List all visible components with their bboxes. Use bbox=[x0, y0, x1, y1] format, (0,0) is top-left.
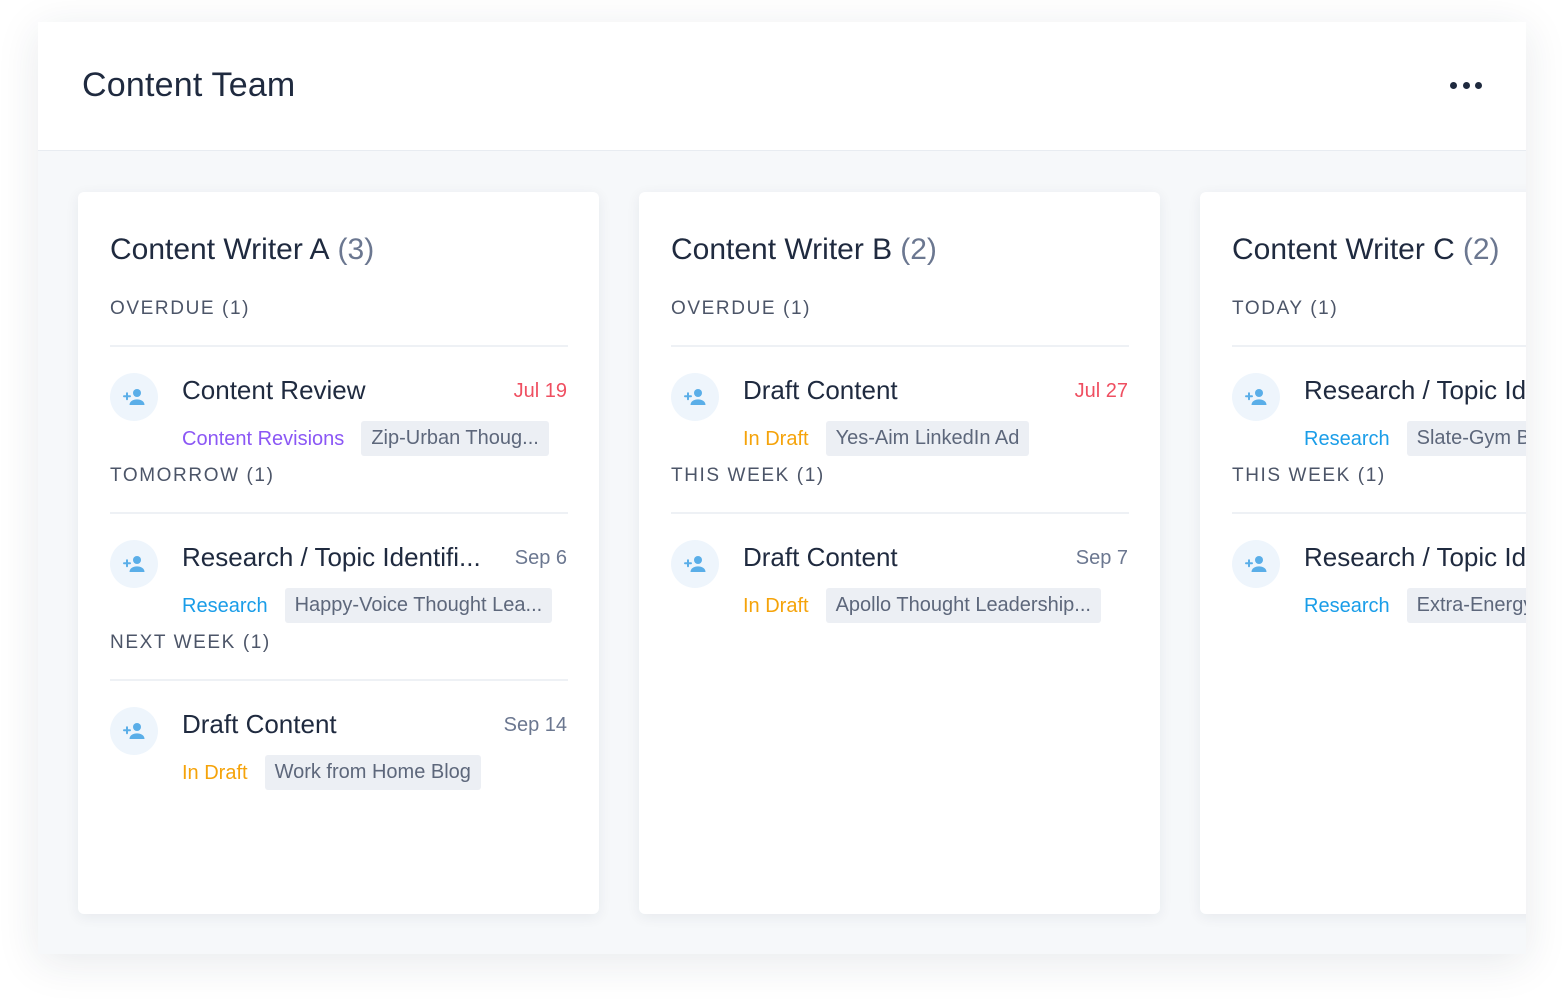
add-assignee-icon[interactable] bbox=[1232, 373, 1280, 421]
column-title: Content Writer A (3) bbox=[110, 228, 567, 272]
task-item[interactable]: Content Review Jul 19 Content Revisions Zip… bbox=[110, 347, 567, 463]
column-name: Content Writer C bbox=[1232, 233, 1455, 266]
add-assignee-icon[interactable] bbox=[110, 540, 158, 588]
add-assignee-icon[interactable] bbox=[671, 373, 719, 421]
group-label: TODAY (1) bbox=[1232, 298, 1339, 319]
task-item[interactable]: Research / Topic Identifi... Sep 6 Researc… bbox=[110, 514, 567, 630]
more-options-icon[interactable] bbox=[1450, 74, 1482, 96]
task-title[interactable]: Content Review bbox=[182, 373, 366, 407]
column-count: (2) bbox=[1462, 233, 1500, 266]
assignee-column: Content Writer A (3) OVERDUE (1) Content Re… bbox=[78, 192, 599, 914]
task-meta: Content Revisions Zip-Urban Thoug... bbox=[182, 421, 549, 456]
column-count: (3) bbox=[337, 233, 375, 266]
project-tag[interactable]: Extra-Energy Blog bbox=[1406, 588, 1526, 623]
due-date: Sep 14 bbox=[503, 714, 567, 736]
task-title[interactable]: Draft Content bbox=[743, 373, 898, 407]
status-label[interactable]: In Draft bbox=[743, 589, 809, 623]
status-label[interactable]: Content Revisions bbox=[182, 422, 344, 456]
add-assignee-icon[interactable] bbox=[110, 707, 158, 755]
dot bbox=[1462, 81, 1470, 89]
page-title: Content Team bbox=[82, 66, 296, 104]
project-tag[interactable]: Slate-Gym Blog bbox=[1406, 421, 1526, 456]
task-item[interactable]: Draft Content Sep 7 In Draft Apollo Thought… bbox=[671, 514, 1128, 630]
column-name: Content Writer A bbox=[110, 233, 330, 266]
project-tag[interactable]: Yes-Aim LinkedIn Ad bbox=[825, 421, 1030, 456]
task-title[interactable]: Draft Content bbox=[743, 540, 898, 574]
status-label[interactable]: Research bbox=[1304, 422, 1390, 456]
status-label[interactable]: In Draft bbox=[182, 756, 248, 790]
status-label[interactable]: Research bbox=[1304, 589, 1390, 623]
project-tag[interactable]: Zip-Urban Thoug... bbox=[361, 421, 549, 456]
group-label: THIS WEEK (1) bbox=[1232, 465, 1386, 486]
task-title[interactable]: Research / Topic Identifi... bbox=[182, 540, 481, 574]
dot bbox=[1450, 81, 1457, 89]
column-title: Content Writer B (2) bbox=[671, 228, 1128, 272]
task-meta: In Draft Apollo Thought Leadership... bbox=[743, 588, 1101, 623]
app-frame: Content Team Content Writer A (3) OVERDUE … bbox=[38, 22, 1526, 954]
dot bbox=[1475, 81, 1482, 89]
page-header: Content Team bbox=[38, 22, 1526, 151]
due-date: Jul 27 bbox=[1074, 380, 1128, 402]
task-item[interactable]: Draft Content Jul 27 In Draft Yes-Aim Linke… bbox=[671, 347, 1128, 463]
due-date: Jul 19 bbox=[513, 380, 567, 402]
task-meta: In Draft Yes-Aim LinkedIn Ad bbox=[743, 421, 1030, 456]
task-meta: In Draft Work from Home Blog bbox=[182, 755, 481, 790]
column-count: (2) bbox=[900, 233, 937, 266]
group-label: OVERDUE (1) bbox=[110, 298, 251, 319]
task-meta: Research Slate-Gym Blog bbox=[1304, 421, 1526, 456]
status-label[interactable]: Research bbox=[182, 589, 268, 623]
due-date: Sep 6 bbox=[514, 547, 567, 569]
task-item[interactable]: Research / Topic Identifi... Research Extr… bbox=[1232, 514, 1526, 630]
task-item[interactable]: Research / Topic Identifi... Research Slat… bbox=[1232, 347, 1526, 463]
due-date: Sep 7 bbox=[1075, 547, 1128, 569]
add-assignee-icon[interactable] bbox=[110, 373, 158, 421]
status-label[interactable]: In Draft bbox=[743, 422, 809, 456]
task-meta: Research Extra-Energy Blog bbox=[1304, 588, 1526, 623]
board: Content Writer A (3) OVERDUE (1) Content Re… bbox=[78, 192, 1526, 914]
group-label: NEXT WEEK (1) bbox=[110, 632, 271, 653]
add-assignee-icon[interactable] bbox=[671, 540, 719, 588]
assignee-column: Content Writer B (2) OVERDUE (1) Draft Cont… bbox=[639, 192, 1160, 914]
task-title[interactable]: Research / Topic Identifi... bbox=[1304, 540, 1526, 574]
column-title: Content Writer C (2) bbox=[1232, 228, 1526, 272]
project-tag[interactable]: Happy-Voice Thought Lea... bbox=[284, 588, 553, 623]
task-item[interactable]: Draft Content Sep 14 In Draft Work from Hom… bbox=[110, 681, 567, 797]
project-tag[interactable]: Work from Home Blog bbox=[264, 755, 481, 790]
column-name: Content Writer B bbox=[671, 233, 893, 266]
group-label: THIS WEEK (1) bbox=[671, 465, 825, 486]
group-label: OVERDUE (1) bbox=[671, 298, 812, 319]
project-tag[interactable]: Apollo Thought Leadership... bbox=[825, 588, 1101, 623]
group-label: TOMORROW (1) bbox=[110, 465, 275, 486]
task-meta: Research Happy-Voice Thought Lea... bbox=[182, 588, 553, 623]
assignee-column: Content Writer C (2) TODAY (1) Research / T… bbox=[1200, 192, 1526, 914]
task-title[interactable]: Research / Topic Identifi... bbox=[1304, 373, 1526, 407]
task-title[interactable]: Draft Content bbox=[182, 707, 337, 741]
add-assignee-icon[interactable] bbox=[1232, 540, 1280, 588]
